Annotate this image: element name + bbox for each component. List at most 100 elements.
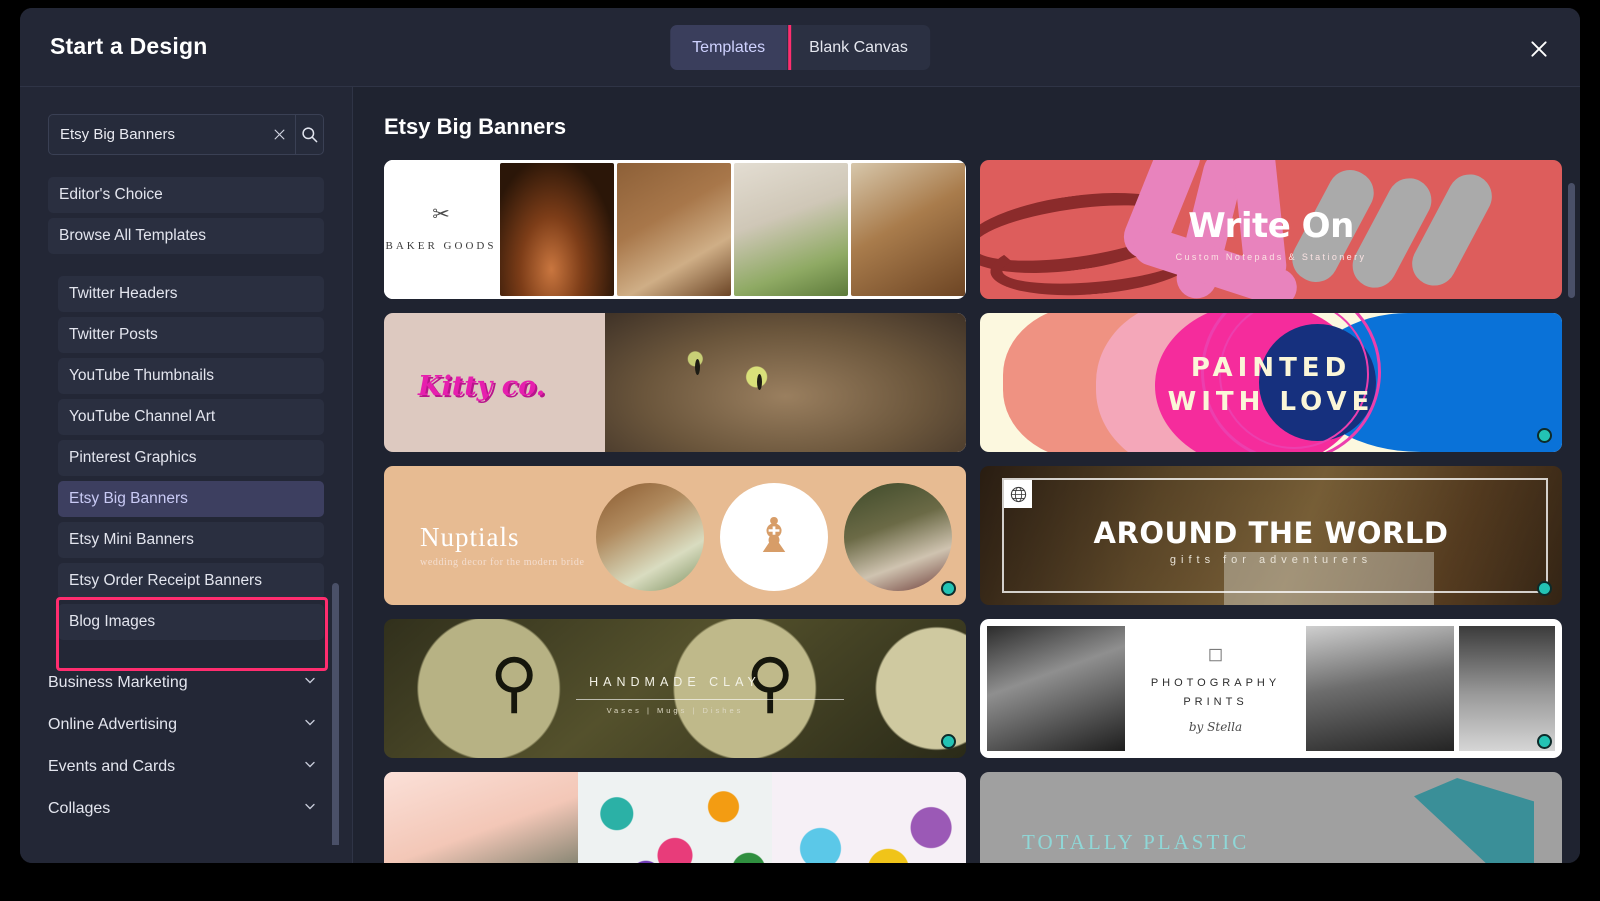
templates-panel: Etsy Big Banners ✂ BAKER GOODS Write On …	[353, 87, 1580, 863]
page-title: Start a Design	[50, 33, 208, 59]
sidebar-item-twitter-posts[interactable]: Twitter Posts	[58, 317, 324, 353]
template-subtitle: Custom Notepads & Stationery	[1175, 252, 1367, 262]
template-subtitle: wedding decor for the modern bride	[420, 557, 585, 568]
template-card-around-the-world[interactable]: AROUND THE WORLD gifts for adventurers	[980, 466, 1562, 605]
modal-body: Editor's Choice Browse All Templates Twi…	[20, 87, 1580, 863]
sidebar-item-etsy-mini-banners[interactable]: Etsy Mini Banners	[58, 522, 324, 558]
template-card-baker-goods[interactable]: ✂ BAKER GOODS	[384, 160, 966, 299]
sidebar-scrollbar[interactable]	[332, 583, 339, 845]
chevron-down-icon	[302, 757, 318, 778]
template-title: Nuptials	[420, 522, 520, 552]
chevron-down-icon	[302, 799, 318, 820]
modal-header: Start a Design Templates Blank Canvas	[20, 8, 1580, 87]
template-logo-block: ◻ PHOTOGRAPHY PRINTS by Stella	[1130, 626, 1301, 751]
sidebar-group-collages[interactable]: Collages	[48, 788, 324, 830]
chevron-down-icon	[302, 715, 318, 736]
tab-bar: Templates Blank Canvas	[670, 25, 930, 70]
cat-eye	[756, 374, 762, 391]
tree-motif-icon: ⚲	[746, 645, 795, 719]
sidebar-item-twitter-headers[interactable]: Twitter Headers	[58, 276, 324, 312]
cat-eye	[695, 358, 701, 375]
divider	[576, 699, 844, 700]
sidebar-group-label: Collages	[48, 800, 111, 817]
template-title: HANDMADE CLAY	[589, 675, 761, 689]
template-grid: ✂ BAKER GOODS Write On Custom Notepads &…	[384, 160, 1562, 863]
template-subtitle: by Stella	[1188, 719, 1243, 734]
template-photo	[844, 483, 952, 591]
globe-badge	[1004, 480, 1032, 508]
template-title: AROUND THE WORLD	[1093, 516, 1449, 550]
template-photo	[772, 772, 966, 863]
template-photo	[578, 772, 772, 863]
templates-scrollbar[interactable]	[1568, 183, 1575, 298]
utensils-icon: ✂	[432, 203, 450, 227]
sidebar-item-youtube-channel-art[interactable]: YouTube Channel Art	[58, 399, 324, 435]
clear-search-button[interactable]	[269, 127, 295, 142]
close-button[interactable]	[1524, 34, 1554, 64]
sidebar-item-blog-images[interactable]: Blog Images	[58, 604, 324, 640]
sidebar-group-business-marketing[interactable]: Business Marketing	[48, 662, 324, 704]
decorative-fan	[1414, 778, 1534, 863]
status-badge	[1537, 581, 1552, 596]
template-card-handmade-clay[interactable]: ⚲ ⚲ HANDMADE CLAY Vases | Mugs | Dishes	[384, 619, 966, 758]
status-badge	[1537, 734, 1552, 749]
sidebar-group-label: Events and Cards	[48, 758, 176, 775]
status-badge	[941, 734, 956, 749]
status-badge	[941, 581, 956, 596]
sidebar-item-browse-all-templates[interactable]: Browse All Templates	[48, 218, 324, 254]
tab-templates[interactable]: Templates	[670, 25, 788, 70]
sidebar-group-label: Online Advertising	[48, 716, 177, 733]
sidebar-item-etsy-big-banners[interactable]: Etsy Big Banners	[58, 481, 324, 517]
template-title: BAKER GOODS	[385, 240, 497, 253]
sidebar-item-etsy-order-receipt-banners[interactable]: Etsy Order Receipt Banners	[58, 563, 324, 599]
baker-logo: ✂ BAKER GOODS	[384, 160, 498, 299]
template-subtitle: Vases | Mugs | Dishes	[606, 706, 744, 715]
screen: Start a Design Templates Blank Canvas Et…	[0, 0, 1600, 901]
search-input[interactable]	[49, 126, 269, 143]
template-card-totally-plastic[interactable]: TOTALLY PLASTIC	[980, 772, 1562, 863]
template-title: Write On	[1188, 206, 1354, 246]
sidebar-group-online-advertising[interactable]: Online Advertising	[48, 704, 324, 746]
search-button[interactable]	[295, 115, 323, 154]
sidebar-divider-gap	[20, 259, 352, 276]
template-photo	[733, 163, 848, 296]
tree-motif-icon: ⚲	[489, 645, 539, 719]
sidebar-item-editors-choice[interactable]: Editor's Choice	[48, 177, 324, 213]
template-title: TOTALLY PLASTIC	[1022, 830, 1250, 854]
template-photo	[850, 163, 965, 296]
tab-blank-canvas[interactable]: Blank Canvas	[787, 25, 930, 70]
search-bar	[48, 114, 324, 155]
arch-icon: ♝	[752, 510, 796, 563]
template-card-kitty-co[interactable]: Kitty co.	[384, 313, 966, 452]
sidebar: Editor's Choice Browse All Templates Twi…	[20, 87, 353, 863]
template-photo	[499, 163, 614, 296]
template-photo	[384, 772, 578, 863]
sidebar-group-events-and-cards[interactable]: Events and Cards	[48, 746, 324, 788]
template-title: PAINTED	[1190, 353, 1352, 383]
close-icon	[274, 129, 284, 140]
template-card-nuptials[interactable]: Nuptials wedding decor for the modern br…	[384, 466, 966, 605]
template-photo	[1459, 626, 1555, 751]
template-card-write-on[interactable]: Write On Custom Notepads & Stationery	[980, 160, 1562, 299]
template-card-painted-with-love[interactable]: PAINTED WITH LOVE	[980, 313, 1562, 452]
search-input-wrapper	[49, 115, 295, 154]
template-card-photography-prints[interactable]: ◻ PHOTOGRAPHY PRINTS by Stella	[980, 619, 1562, 758]
template-subtitle: WITH LOVE	[1167, 387, 1375, 417]
template-photo	[1306, 626, 1454, 751]
sidebar-group-label: Business Marketing	[48, 674, 188, 691]
template-title: PHOTOGRAPHY PRINTS	[1150, 677, 1281, 708]
close-icon	[1531, 41, 1547, 57]
sidebar-item-pinterest-graphics[interactable]: Pinterest Graphics	[58, 440, 324, 476]
template-card-party-balloons[interactable]	[384, 772, 966, 863]
camera-icon: ◻	[1207, 644, 1224, 666]
status-badge	[1537, 428, 1552, 443]
template-photo	[616, 163, 731, 296]
template-logo-circle: ♝	[720, 483, 828, 591]
start-a-design-modal: Start a Design Templates Blank Canvas Et…	[20, 8, 1580, 863]
template-photo	[987, 626, 1125, 751]
section-heading: Etsy Big Banners	[384, 114, 567, 139]
sidebar-scroll-area: Editor's Choice Browse All Templates Twi…	[20, 155, 352, 845]
sidebar-item-youtube-thumbnails[interactable]: YouTube Thumbnails	[58, 358, 324, 394]
chevron-down-icon	[302, 673, 318, 694]
template-subtitle: gifts for adventurers	[1169, 554, 1373, 566]
